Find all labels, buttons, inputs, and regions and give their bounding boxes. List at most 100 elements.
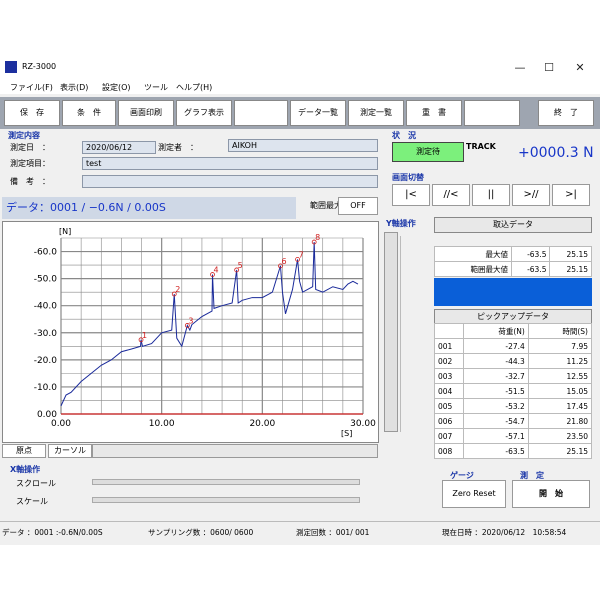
pickup-index: 004 xyxy=(434,383,464,399)
y-tick-label: -30.0 xyxy=(34,329,58,339)
table-row: 最大値 -63.5 25.15 xyxy=(434,246,592,262)
maximize-button[interactable]: ☐ xyxy=(535,58,563,78)
table-row[interactable]: 005 -53.2 17.45 xyxy=(434,398,593,414)
pickup-time: 12.55 xyxy=(527,368,593,384)
pickup-marker-label: 2 xyxy=(175,285,180,294)
origin-button[interactable]: 原点 xyxy=(2,444,46,458)
next-page-button[interactable]: >// xyxy=(512,184,550,206)
pickup-load: -44.3 xyxy=(463,353,529,369)
table-header-row: 荷重(N) 時間(S) xyxy=(434,323,593,339)
status-data: データ ：0001 :-0.6N/0.00S xyxy=(2,528,103,537)
series-line xyxy=(60,242,359,407)
blank-button-1[interactable] xyxy=(234,100,288,126)
pickup-index: 003 xyxy=(434,368,464,384)
scroll-label: スクロール xyxy=(16,479,56,488)
y-tick-label: -40.0 xyxy=(34,302,58,312)
table-row: 範囲最大値 -63.5 25.15 xyxy=(434,261,592,277)
current-data-display: データ：0001 / −0.6N / 0.00S xyxy=(2,197,296,219)
table-row[interactable]: 006 -54.7 21.80 xyxy=(434,413,593,429)
chart-h-scrollbar[interactable] xyxy=(92,444,378,458)
table-row[interactable]: 002 -44.3 11.25 xyxy=(434,353,593,369)
pickup-load: -57.1 xyxy=(463,428,529,444)
pickup-index: 007 xyxy=(434,428,464,444)
pickup-load: -51.5 xyxy=(463,383,529,399)
pickup-header-load: 荷重(N) xyxy=(463,323,529,339)
pickup-time: 25.15 xyxy=(527,443,593,459)
y-scale-slider[interactable] xyxy=(400,236,418,432)
first-page-button[interactable]: |< xyxy=(392,184,430,206)
pickup-marker-label: 4 xyxy=(214,266,219,275)
pickup-load: -32.7 xyxy=(463,368,529,384)
capture-value: -63.5 xyxy=(510,246,551,262)
x-tick-label: 0.00 xyxy=(51,419,71,429)
window-title: RZ-3000 xyxy=(22,62,57,71)
x-scale-slider[interactable] xyxy=(92,497,360,503)
table-row[interactable]: 007 -57.1 23.50 xyxy=(434,428,593,444)
pickup-load: -53.2 xyxy=(463,398,529,414)
data-list-button[interactable]: データ一覧 xyxy=(290,100,346,126)
x-axis-label: [S] xyxy=(341,429,352,438)
x-tick-label: 20.00 xyxy=(249,419,275,429)
pickup-data-table: 荷重(N) 時間(S) 001 -27.4 7.95 002 -44.3 11.25 003… xyxy=(434,323,593,459)
menu-file[interactable]: ファイル(F) xyxy=(10,82,53,93)
print-screen-button[interactable]: 画面印刷 xyxy=(118,100,174,126)
y-tick-label: -60.0 xyxy=(34,248,58,258)
y-axis-op-title: Y軸操作 xyxy=(386,219,416,228)
y-tick-label: -50.0 xyxy=(34,275,58,285)
condition-button[interactable]: 条 件 xyxy=(62,100,116,126)
pickup-marker-label: 1 xyxy=(142,331,147,340)
note-field[interactable] xyxy=(82,175,378,188)
graph-view-button[interactable]: グラフ表示 xyxy=(176,100,232,126)
capture-time: 25.15 xyxy=(549,261,592,277)
item-field[interactable]: test xyxy=(82,157,378,170)
table-row[interactable]: 003 -32.7 12.55 xyxy=(434,368,593,384)
date-field[interactable]: 2020/06/12 xyxy=(82,141,156,154)
range-max-toggle[interactable]: OFF xyxy=(338,197,378,215)
menu-help[interactable]: ヘルプ(H) xyxy=(176,82,212,93)
cursor-button[interactable]: カーソル xyxy=(48,444,92,458)
status-indicator: 測定待 xyxy=(392,142,464,162)
minimize-button[interactable]: — xyxy=(506,58,534,78)
menu-tools[interactable]: ツール xyxy=(144,82,168,93)
status-sampling: サンプリング数 ：0600/ 0600 xyxy=(148,528,254,537)
save-button[interactable]: 保 存 xyxy=(4,100,60,126)
exit-button[interactable]: 終 了 xyxy=(538,100,594,126)
pickup-index: 005 xyxy=(434,398,464,414)
close-button[interactable]: ✕ xyxy=(566,58,594,78)
measure-list-button[interactable]: 測定一覧 xyxy=(348,100,404,126)
x-scroll-slider[interactable] xyxy=(92,479,360,485)
operator-label: 測定者 ： xyxy=(158,143,198,152)
pickup-time: 15.05 xyxy=(527,383,593,399)
selection-highlight xyxy=(434,278,592,306)
table-row[interactable]: 001 -27.4 7.95 xyxy=(434,338,593,354)
pause-button[interactable]: || xyxy=(472,184,510,206)
menu-settings[interactable]: 設定(O) xyxy=(102,82,131,93)
operator-field[interactable]: AIKOH xyxy=(228,139,378,152)
blank-button-2[interactable] xyxy=(464,100,520,126)
prev-page-button[interactable]: //< xyxy=(432,184,470,206)
pickup-marker-label: 3 xyxy=(188,316,193,325)
pickup-index: 008 xyxy=(434,443,464,459)
pickup-header-time: 時間(S) xyxy=(527,323,593,339)
y-scrollbar[interactable] xyxy=(384,232,398,432)
capture-value: -63.5 xyxy=(510,261,551,277)
pickup-time: 11.25 xyxy=(527,353,593,369)
item-label: 測定項目： xyxy=(10,159,50,168)
pickup-time: 7.95 xyxy=(527,338,593,354)
pickup-load: -63.5 xyxy=(463,443,529,459)
menu-bar xyxy=(0,81,600,94)
y-tick-label: -20.0 xyxy=(34,356,58,366)
start-button[interactable]: 開 始 xyxy=(512,480,590,508)
last-page-button[interactable]: >| xyxy=(552,184,590,206)
capture-time: 25.15 xyxy=(549,246,592,262)
overlay-button[interactable]: 重 書 xyxy=(406,100,462,126)
table-row[interactable]: 004 -51.5 15.05 xyxy=(434,383,593,399)
menu-view[interactable]: 表示(D) xyxy=(60,82,88,93)
zero-reset-button[interactable]: Zero Reset xyxy=(442,480,506,508)
pickup-header-index xyxy=(434,323,464,339)
track-mode-label: TRACK xyxy=(466,142,496,151)
capture-label: 範囲最大値 xyxy=(434,261,512,277)
screen-switch-title: 画面切替 xyxy=(392,173,424,182)
table-row[interactable]: 008 -63.5 25.15 xyxy=(434,443,593,459)
capture-data-table: 最大値 -63.5 25.15 範囲最大値 -63.5 25.15 xyxy=(434,246,592,277)
